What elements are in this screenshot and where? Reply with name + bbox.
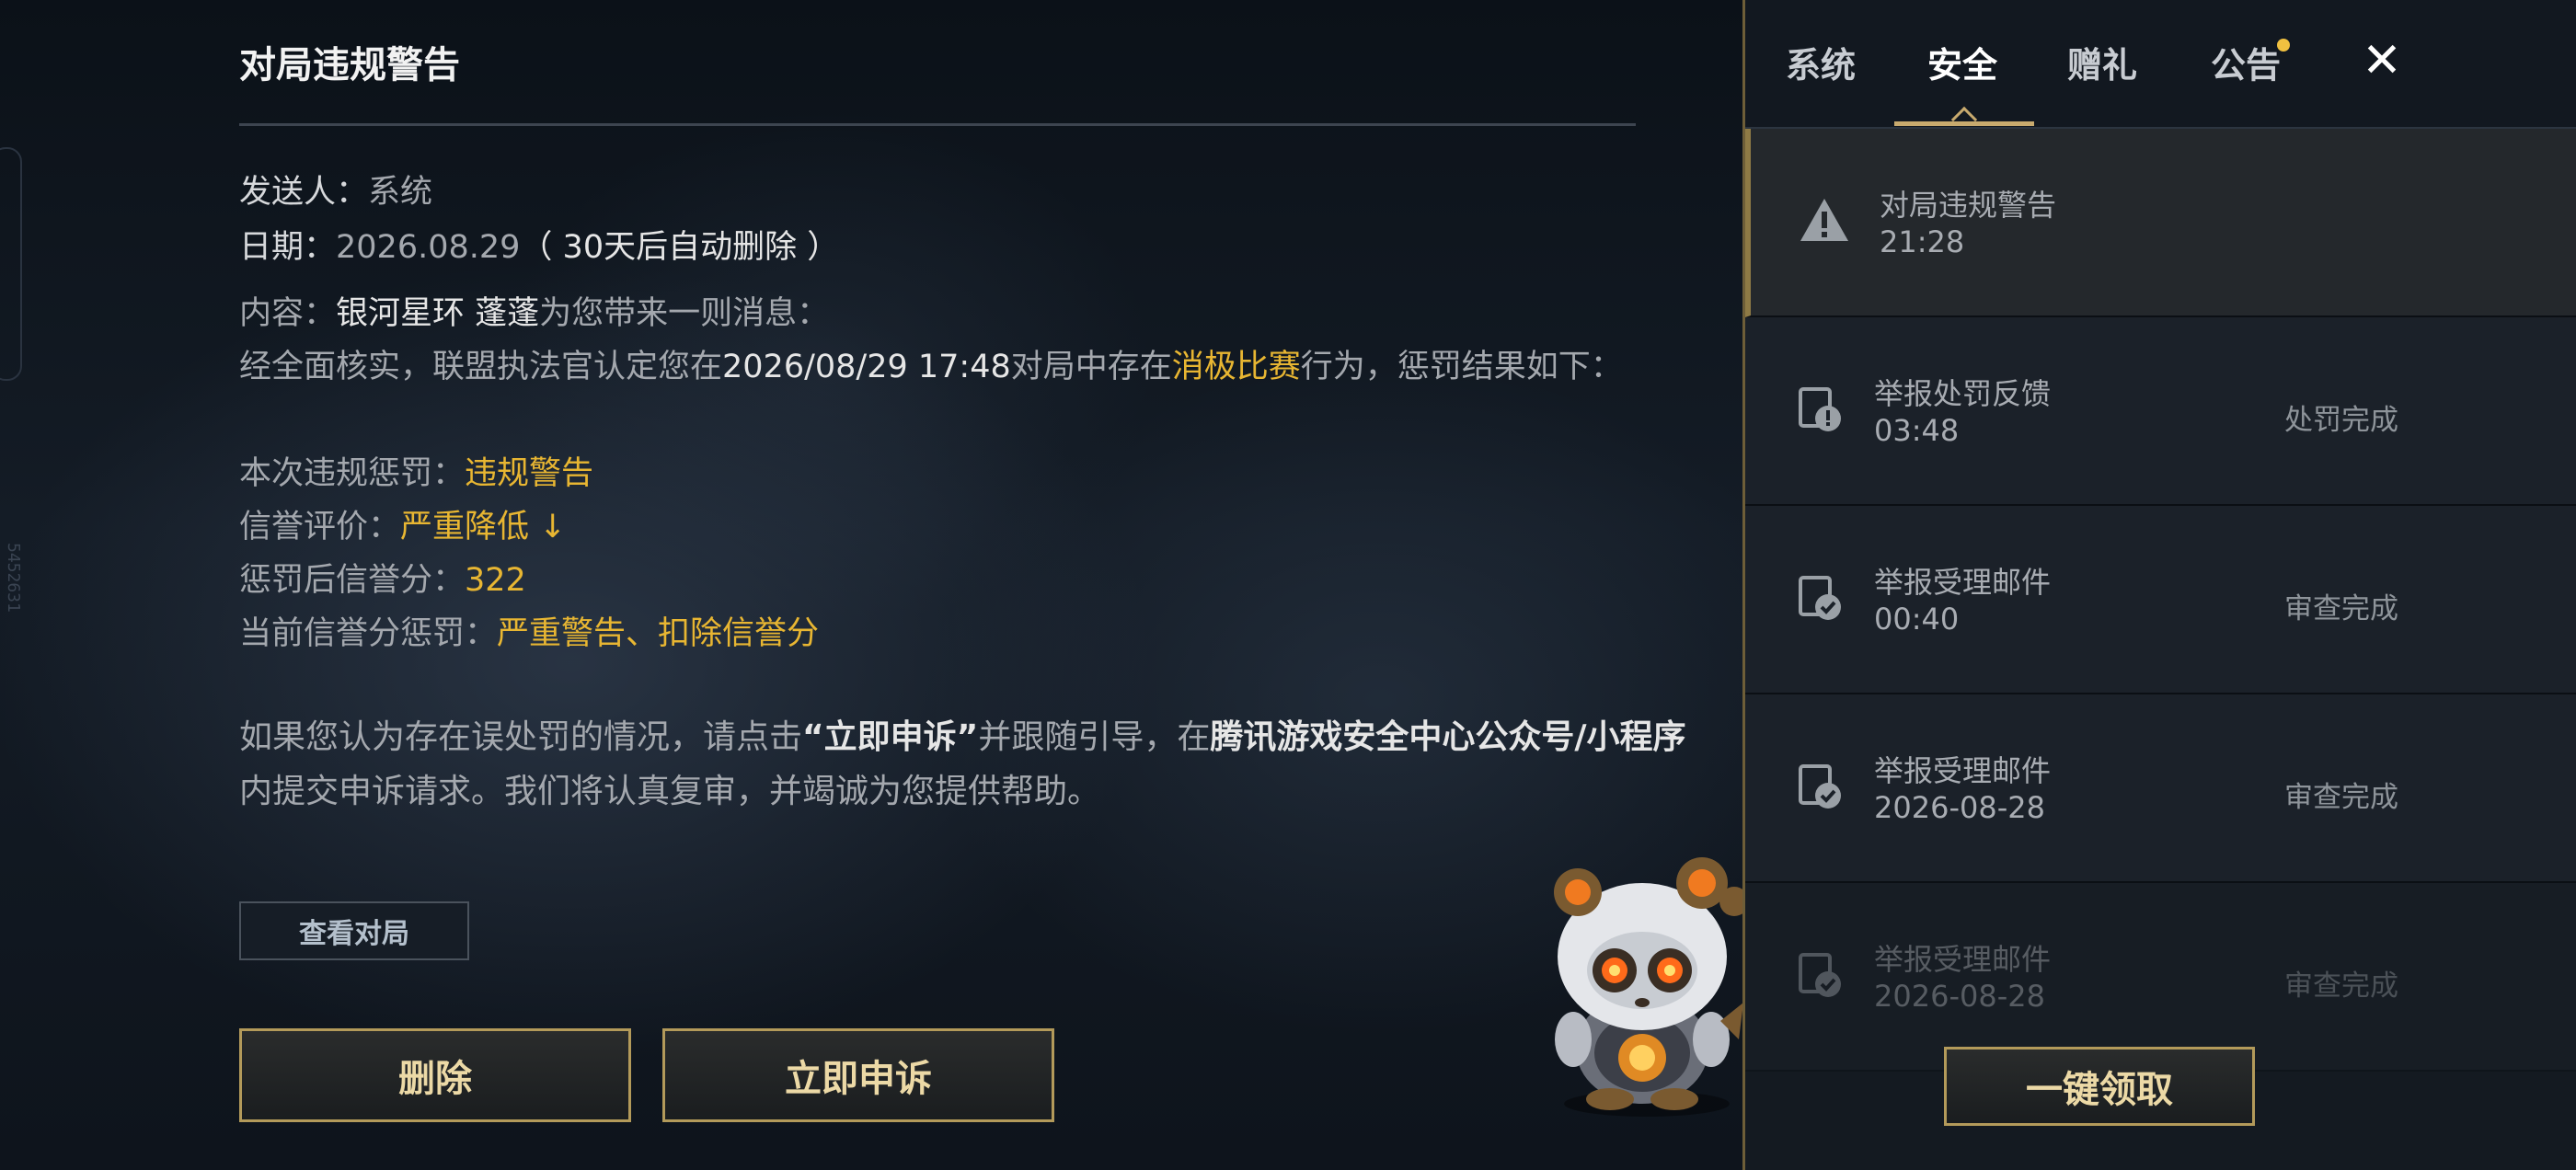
verdict-behavior: 消极比赛 — [1171, 349, 1301, 385]
mail-item-title: 举报受理邮件 — [1874, 753, 2052, 788]
mail-item-status: 审查完成 — [2284, 592, 2398, 625]
mail-list-item[interactable]: 举报受理邮件 2026-08-28 审查完成 — [1745, 694, 2576, 883]
appeal-bold-1: “立即申诉” — [802, 718, 979, 756]
mail-list-item[interactable]: 对局违规警告 21:28 — [1745, 129, 2576, 317]
penalty-label: 本次违规惩罚： — [239, 455, 466, 492]
notification-dot — [2277, 39, 2290, 52]
mail-detail: 对局违规警告 发送人：系统 日期：2026.08.29（ 30天后自动删除 ） … — [239, 0, 1711, 1170]
sender-value: 系统 — [368, 174, 433, 211]
report-check-icon — [1799, 764, 1841, 809]
mail-item-title: 对局违规警告 — [1880, 188, 2057, 223]
close-button[interactable]: ✕ — [2354, 33, 2409, 88]
appeal-button[interactable]: 立即申诉 — [662, 1028, 1054, 1122]
mascot-image — [1554, 857, 1749, 1117]
appeal-bold-2: 腾讯游戏安全中心公众号/小程序 — [1210, 718, 1686, 756]
current-penalty-label: 当前信誉分惩罚： — [239, 615, 498, 652]
penalty-value: 违规警告 — [465, 455, 594, 492]
credit-value: 严重降低 ↓ — [400, 509, 567, 545]
score-line: 惩罚后信誉分：322 — [239, 554, 526, 601]
appeal-text-2: 并跟随引导，在 — [978, 718, 1211, 756]
verdict-post: 行为，惩罚结果如下： — [1300, 349, 1623, 385]
report-check-icon — [1799, 576, 1841, 620]
mail-list: 对局违规警告 21:28 举报处罚反馈 03:48 处罚完成 举报受理邮件 00… — [1745, 129, 2576, 1072]
credit-line: 信誉评价：严重降低 ↓ — [239, 500, 566, 547]
content-intro: 为您带来一则消息： — [539, 295, 830, 332]
mail-list-item[interactable]: 举报处罚反馈 03:48 处罚完成 — [1745, 317, 2576, 506]
report-check-icon — [1799, 953, 1841, 997]
mail-item-status: 审查完成 — [2284, 781, 2398, 814]
content-label: 内容： — [239, 295, 337, 332]
mail-title: 对局违规警告 — [239, 44, 460, 86]
tab-announcements[interactable]: 公告 — [2211, 37, 2281, 87]
mail-panel: 系统 安全 赠礼 公告 ✕ 对局违规警告 21:28 举报处罚反馈 03:48 … — [1742, 0, 2576, 1170]
mail-item-title: 举报受理邮件 — [1874, 942, 2052, 977]
tab-security[interactable]: 安全 — [1927, 37, 1997, 87]
close-icon: ✕ — [2362, 33, 2402, 88]
verdict-line: 经全面核实，联盟执法官认定您在2026/08/29 17:48对局中存在消极比赛… — [239, 340, 1623, 387]
mail-item-title: 举报处罚反馈 — [1874, 376, 2052, 411]
appeal-text-1: 如果您认为存在误处罚的情况，请点击 — [239, 718, 803, 756]
mail-item-status: 审查完成 — [2284, 969, 2398, 1003]
warning-icon — [1800, 199, 1848, 241]
mail-item-time: 03:48 — [1874, 413, 1960, 448]
current-penalty-value: 严重警告、扣除信誉分 — [497, 615, 820, 652]
claim-all-button[interactable]: 一键领取 — [1944, 1047, 2255, 1126]
verdict-pre: 经全面核实，联盟执法官认定您在 — [239, 349, 723, 385]
credit-label: 信誉评价： — [239, 509, 401, 545]
mail-item-time: 00:40 — [1874, 602, 1960, 637]
mail-item-title: 举报受理邮件 — [1874, 565, 2052, 600]
verdict-mid: 对局中存在 — [1010, 349, 1172, 385]
view-match-button[interactable]: 查看对局 — [239, 901, 469, 960]
date-label: 日期： — [239, 229, 337, 266]
mail-item-status: 处罚完成 — [2284, 404, 2398, 437]
mail-item-time: 21:28 — [1880, 224, 1965, 259]
date-line: 日期：2026.08.29（ 30天后自动删除 ） — [239, 221, 839, 268]
mail-item-time: 2026-08-28 — [1874, 979, 2045, 1014]
mail-list-item[interactable]: 举报受理邮件 00:40 审查完成 — [1745, 506, 2576, 694]
content-from: 银河星环 蓬蓬 — [336, 295, 540, 332]
tab-bar: 系统 安全 赠礼 公告 ✕ — [1745, 0, 2576, 133]
score-value: 322 — [465, 562, 526, 599]
appeal-text-3: 内提交申诉请求。我们将认真复审，并竭诚为您提供帮助。 — [239, 773, 1101, 810]
current-penalty-line: 当前信誉分惩罚：严重警告、扣除信誉分 — [239, 607, 819, 654]
date-note: （ 30天后自动删除 ） — [520, 229, 840, 266]
mail-item-time: 2026-08-28 — [1874, 790, 2045, 825]
edge-handle — [0, 147, 22, 381]
date-value: 2026.08.29 — [336, 229, 521, 266]
score-label: 惩罚后信誉分： — [239, 562, 466, 599]
penalty-line: 本次违规惩罚：违规警告 — [239, 447, 593, 494]
content-line: 内容：银河星环 蓬蓬为您带来一则消息： — [239, 287, 829, 334]
side-code: 5452631 — [4, 543, 23, 613]
appeal-paragraph: 如果您认为存在误处罚的情况，请点击“立即申诉”并跟随引导，在腾讯游戏安全中心公众… — [239, 710, 1711, 819]
delete-button[interactable]: 删除 — [239, 1028, 631, 1122]
report-penalty-icon — [1799, 387, 1841, 431]
sender-label: 发送人： — [239, 174, 369, 211]
tab-system[interactable]: 系统 — [1786, 37, 1856, 87]
sender-line: 发送人：系统 — [239, 166, 432, 212]
tab-gifts[interactable]: 赠礼 — [2067, 37, 2137, 87]
title-divider — [239, 123, 1636, 126]
mail-list-item[interactable]: 举报受理邮件 2026-08-28 审查完成 — [1745, 883, 2576, 1072]
verdict-time: 2026/08/29 17:48 — [722, 349, 1011, 385]
